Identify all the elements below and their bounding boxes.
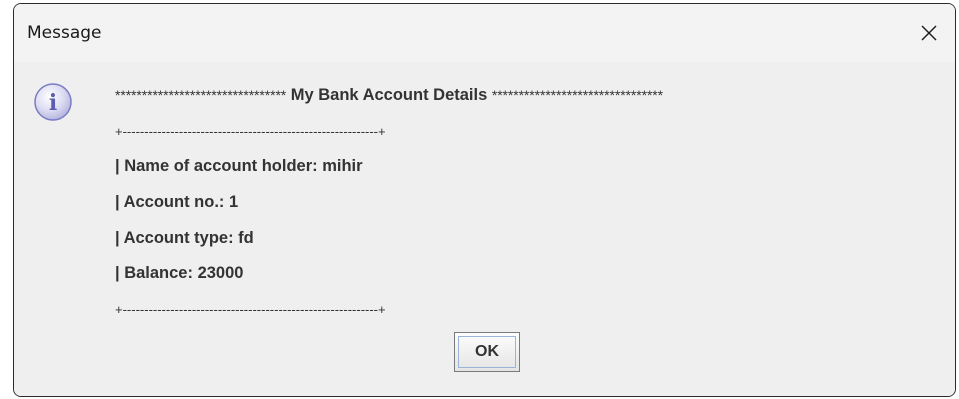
message-header: ******************************** My Bank… (115, 78, 951, 114)
header-stars-right: ******************************** (491, 87, 663, 103)
account-type-line: | Account type: fd (115, 228, 254, 247)
account-number-line: | Account no.: 1 (115, 193, 239, 212)
header-title: My Bank Account Details (286, 86, 492, 104)
balance-line: | Balance: 23000 (115, 264, 244, 283)
close-button[interactable] (905, 4, 955, 62)
info-icon: i (33, 82, 73, 122)
message-dialog: Message i ******************************… (13, 3, 956, 397)
close-icon (921, 25, 937, 41)
title-bar[interactable]: Message (14, 4, 955, 62)
ok-label: OK (458, 336, 516, 368)
table-border-bottom: +---------------------------------------… (115, 302, 386, 318)
dialog-title: Message (27, 23, 102, 43)
message-text: ******************************** My Bank… (115, 78, 951, 328)
svg-text:i: i (49, 90, 57, 116)
dialog-content: i ******************************** My Ba… (14, 62, 955, 396)
account-holder-line: | Name of account holder: mihir (115, 157, 363, 176)
ok-button[interactable]: OK (454, 332, 520, 372)
table-border-top: +---------------------------------------… (115, 123, 386, 139)
header-stars-left: ******************************** (115, 87, 287, 103)
